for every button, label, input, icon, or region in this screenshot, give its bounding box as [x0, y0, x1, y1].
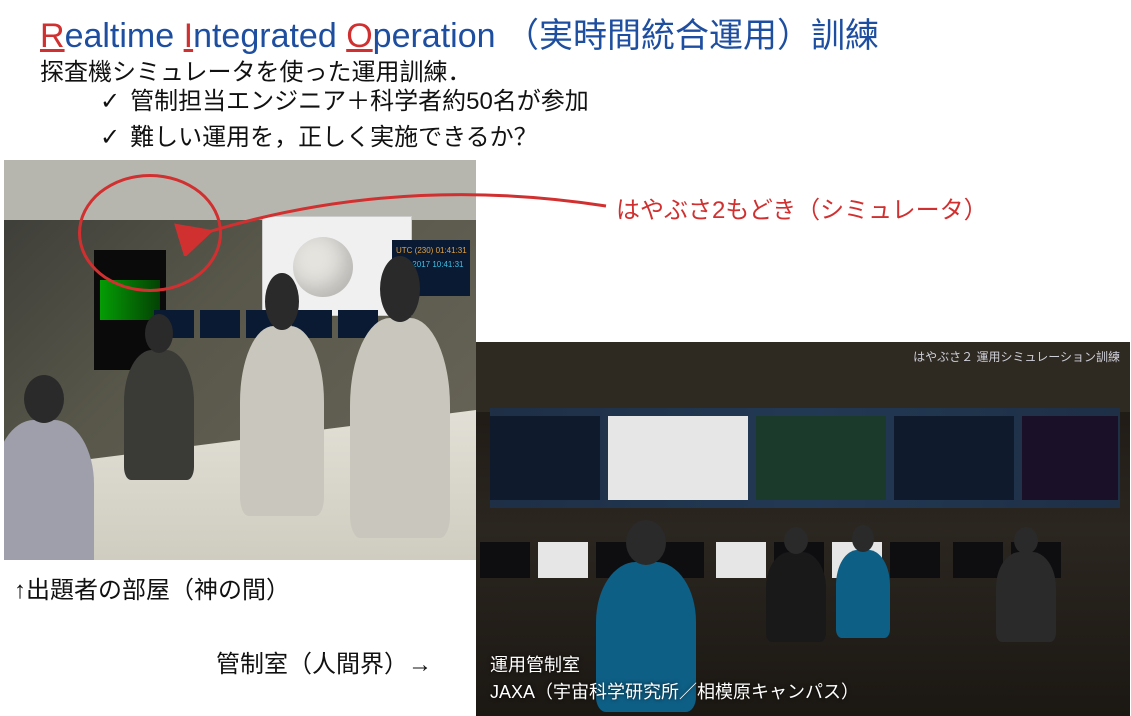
annotation-label: はやぶさ2もどき（シミュレータ） [616, 190, 988, 225]
photo-examiner-room: UTC (230) 01:41:31 JST 2017 10:41:31 [4, 160, 476, 560]
title-letter-o: O [346, 17, 372, 55]
person-figure [836, 550, 890, 638]
person-figure [240, 326, 324, 516]
video-caption-line1: 運用管制室 [490, 652, 859, 679]
video-caption: 運用管制室 JAXA（宇宙科学研究所／相模原キャンパス） [490, 652, 859, 706]
bullet-item: ✓ 管制担当エンジニア＋科学者約50名が参加 [100, 84, 589, 120]
check-icon: ✓ [100, 120, 120, 156]
bullet-item: ✓ 難しい運用を，正しく実施できるか？ [100, 120, 589, 156]
title-letter-i: I [184, 17, 193, 55]
caption-examiner-room: ↑出題者の部屋（神の間） [14, 570, 290, 605]
bullet-text: 管制担当エンジニア＋科学者約50名が参加 [130, 84, 589, 120]
title-part-2: ntegrated [193, 17, 346, 55]
title-letter-r: R [40, 17, 65, 55]
slide-title: Realtime Integrated Operation （実時間統合運用）訓… [40, 8, 879, 57]
person-figure [4, 420, 94, 560]
person-figure [124, 350, 194, 480]
annotation-circle [78, 174, 222, 292]
subtitle: 探査機シミュレータを使った運用訓練． [40, 52, 472, 87]
video-banner: はやぶさ２ 運用シミュレーション訓練 [913, 348, 1120, 365]
bullet-text: 難しい運用を，正しく実施できるか？ [130, 120, 538, 156]
person-figure [996, 552, 1056, 642]
title-part-3: peration （実時間統合運用）訓練 [373, 17, 879, 55]
check-icon: ✓ [100, 84, 120, 120]
video-caption-line2: JAXA（宇宙科学研究所／相模原キャンパス） [490, 679, 859, 706]
caption-control-room: 管制室（人間界）→ [216, 644, 432, 679]
title-part-1: ealtime [65, 17, 184, 55]
person-figure [766, 552, 826, 642]
utc-time: UTC (230) 01:41:31 [396, 246, 467, 255]
photo-control-room: はやぶさ２ 運用シミュレーション訓練 運用管制室 JAXA（宇宙科学研究所／相模… [476, 342, 1130, 716]
person-figure [350, 318, 450, 538]
bullet-list: ✓ 管制担当エンジニア＋科学者約50名が参加 ✓ 難しい運用を，正しく実施できる… [100, 84, 589, 156]
